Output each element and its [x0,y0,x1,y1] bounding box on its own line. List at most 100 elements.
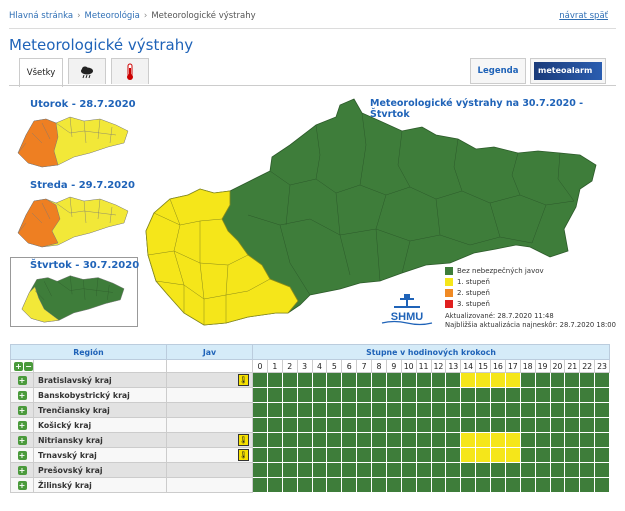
hour-level-cell [415,402,432,418]
expand-all-icon[interactable]: + [14,361,23,371]
temperature-warning-icon[interactable]: 🌡 [238,374,249,386]
thumbnail-map-tuesday[interactable] [12,113,134,169]
hour-level-cell [504,387,521,403]
hour-level-cell [281,462,298,478]
temperature-warning-icon[interactable]: 🌡 [238,434,249,446]
hour-level-cell [594,477,610,493]
hour-level-cell [341,387,358,403]
day-label-thursday[interactable]: Štvrtok - 30.7.2020 [30,260,139,271]
hour-level-cell [341,432,358,448]
column-header-steps: Stupne v hodinových krokoch [252,344,610,360]
plus-icon[interactable]: + [17,375,27,385]
hour-level-cell [460,402,477,418]
phenomenon-cell: 🌡 [166,447,253,463]
expand-row-button[interactable]: + [10,387,34,403]
hour-level-cell [460,477,477,493]
hour-level-cell [415,417,432,433]
thumbnail-map-wednesday[interactable] [12,193,134,249]
hour-level-cell [519,462,536,478]
hour-level-cell [311,417,328,433]
hour-level-cell [356,477,372,493]
hour-level-cell [281,402,298,418]
hour-level-cell [385,477,402,493]
plus-icon[interactable]: + [17,480,27,490]
hour-label: 3 [296,359,313,373]
last-updated: Aktualizované: 28.7.2020 11:48 [445,312,554,320]
expand-row-button[interactable]: + [10,372,34,388]
region-name: Trnavský kraj [33,447,167,463]
hour-level-cell [445,462,462,478]
legend-swatch-level1 [445,277,453,286]
collapse-all-icon[interactable]: − [24,361,33,371]
hour-level-cell [371,417,387,433]
expand-row-button[interactable]: + [10,417,34,433]
hour-level-cell [519,432,536,448]
hour-level-cell [549,372,566,388]
plus-icon[interactable]: + [17,465,27,475]
hour-level-cell [371,387,387,403]
breadcrumb-meteorology-link[interactable]: Meteorológia [85,11,140,21]
map-legend: Bez nebezpečných javov 1. stupeň 2. stup… [445,265,544,309]
region-name: Bratislavský kraj [33,372,167,388]
hour-label: 14 [460,359,477,373]
hour-level-cell [356,462,372,478]
tab-all[interactable]: Všetky [19,58,63,87]
day-label-wednesday[interactable]: Streda - 29.7.2020 [30,180,135,191]
breadcrumb-home-link[interactable]: Hlavná stránka [9,11,73,21]
hour-level-cell [534,402,551,418]
phenomenon-cell [166,462,253,478]
hour-level-cell [504,477,521,493]
hour-level-cell [356,432,372,448]
back-link[interactable]: návrat späť [559,11,608,21]
tab-temperature[interactable] [111,58,149,84]
expand-row-button[interactable]: + [10,432,34,448]
expand-collapse-all[interactable]: + − [10,359,34,373]
legend-swatch-none [445,266,453,275]
hour-level-cell [371,402,387,418]
hour-label: 18 [519,359,536,373]
hour-level-cell [534,417,551,433]
tab-storm[interactable] [68,58,106,84]
breadcrumb: Hlavná stránka › Meteorológia › Meteorologic… [9,11,256,21]
hour-level-cell [460,447,477,463]
hour-level-cell [266,372,283,388]
tab-underline [9,85,616,86]
hour-level-cell [534,432,551,448]
hour-level-cell [415,432,432,448]
hour-level-cell [594,447,610,463]
plus-icon[interactable]: + [17,435,27,445]
hour-level-cell [475,402,491,418]
table-row: + Žilinský kraj [10,477,610,493]
hour-label: 13 [445,359,462,373]
hour-level-cell [490,477,506,493]
plus-icon[interactable]: + [17,390,27,400]
hour-level-cell [430,402,447,418]
expand-row-button[interactable]: + [10,447,34,463]
plus-icon[interactable]: + [17,450,27,460]
temperature-warning-icon[interactable]: 🌡 [238,449,249,461]
expand-row-button[interactable]: + [10,402,34,418]
hour-level-cell [594,372,610,388]
plus-icon[interactable]: + [17,405,27,415]
expand-row-button[interactable]: + [10,462,34,478]
legend-button[interactable]: Legenda [470,58,526,84]
shmu-logo: SHMU [381,294,433,326]
hour-level-cell [356,447,372,463]
plus-icon[interactable]: + [17,420,27,430]
hour-level-cell [594,387,610,403]
hour-level-cell [385,387,402,403]
meteoalarm-button[interactable]: meteoalarm [530,58,606,84]
table-row: + Bratislavský kraj 🌡 [10,372,610,388]
hour-level-cell [252,447,268,463]
hour-level-cell [371,477,387,493]
hour-level-cell [326,417,343,433]
day-label-tuesday[interactable]: Utorok - 28.7.2020 [30,99,136,110]
legend-swatch-level3 [445,299,453,308]
hour-level-cell [534,372,551,388]
hour-level-cell [460,462,477,478]
hour-level-cell [460,417,477,433]
thumbnail-map-thursday[interactable] [12,272,134,324]
expand-row-button[interactable]: + [10,477,34,493]
hour-label: 23 [594,359,610,373]
table-row: + Trenčiansky kraj [10,402,610,418]
